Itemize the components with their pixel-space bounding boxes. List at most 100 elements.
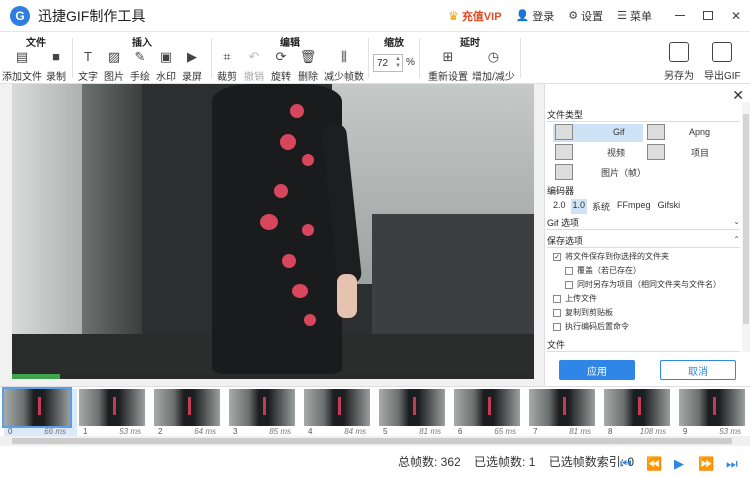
- record-button[interactable]: ■ 录制: [46, 50, 66, 84]
- minimize-button[interactable]: [666, 0, 694, 32]
- clock-icon: ◷: [487, 49, 500, 64]
- checkbox-overwrite[interactable]: 覆盖（若已存在）: [565, 265, 641, 276]
- play-icon[interactable]: ▶: [674, 456, 684, 472]
- encoder-ffmpeg[interactable]: FFmpeg: [615, 199, 653, 214]
- film-icon: [555, 144, 573, 160]
- watermark-button[interactable]: ▣ 水印: [156, 49, 176, 84]
- reduce-frames-button[interactable]: ⫼ 减少帧数: [324, 49, 364, 84]
- checkbox-upload[interactable]: 上传文件: [553, 293, 597, 304]
- frame-thumbnail: [79, 389, 145, 426]
- frame-thumbnail: [379, 389, 445, 426]
- settings-button[interactable]: ⚙ 设置: [568, 8, 603, 24]
- menu-label: 菜单: [630, 10, 652, 23]
- frame-item[interactable]: 2 64 ms: [154, 389, 227, 437]
- encoder-gifski[interactable]: Gifski: [656, 199, 683, 214]
- checkbox-clipboard[interactable]: 复制到剪贴板: [553, 307, 613, 318]
- text-icon: T: [84, 49, 92, 64]
- frame-thumbnail: [529, 389, 595, 426]
- edit-group: 编辑 ⌗ 裁剪 ↶ 撤销 ⟳ 旋转 🗑 删除 ⫼ 减少帧数: [212, 32, 368, 84]
- frame-thumbnail: [229, 389, 295, 426]
- watermark-icon: ▣: [159, 49, 173, 64]
- checkbox-run-command[interactable]: 执行编码后置命令: [553, 321, 629, 332]
- delay-group: 延时 ⊞ 重新设置 ◷ 增加/减少: [420, 32, 520, 84]
- panel-scrollbar[interactable]: [742, 102, 750, 352]
- frame-item[interactable]: 8 108 ms: [604, 389, 677, 437]
- vip-button[interactable]: ♛ 充值VIP: [448, 8, 502, 24]
- file-type-video[interactable]: 视频: [555, 144, 625, 160]
- pencil-icon: ✎: [134, 49, 146, 64]
- add-file-button[interactable]: ▤ 添加文件: [2, 50, 42, 84]
- zoom-stepper-icon[interactable]: ▲ ▼: [395, 56, 401, 70]
- checkbox-save-project[interactable]: 同时另存为项目（相同文件夹与文件名）: [565, 279, 721, 290]
- rotate-icon: ⟳: [275, 49, 287, 64]
- file-type-gif[interactable]: Gif: [555, 124, 625, 140]
- encoder-1-0[interactable]: 1.0: [570, 199, 588, 214]
- undo-button[interactable]: ↶ 撤销: [244, 50, 264, 84]
- maximize-button[interactable]: [694, 0, 722, 32]
- save-as-icon: [669, 42, 689, 62]
- image-button[interactable]: ▨ 图片: [104, 50, 124, 84]
- section-file-type: 文件类型: [547, 108, 740, 122]
- frame-item[interactable]: 7 81 ms: [529, 389, 602, 437]
- first-frame-icon[interactable]: ⏮: [620, 456, 632, 472]
- rotate-button[interactable]: ⟳ 旋转: [271, 49, 291, 84]
- save-panel: ✕ 文件类型 Gif Apng 视频 项目 图片（帧） 编码器 2.0 1.0 …: [545, 84, 750, 386]
- section-encoder: 编码器: [547, 186, 575, 196]
- frame-item[interactable]: 4 84 ms: [304, 389, 377, 437]
- cancel-button[interactable]: 取消: [660, 360, 736, 380]
- playback-progress[interactable]: [12, 374, 534, 379]
- apply-button[interactable]: 应用: [559, 360, 635, 380]
- encoder-options: 2.0 1.0 系统 FFmpeg Gifski: [551, 199, 685, 214]
- divider: [520, 38, 521, 78]
- preview-area: [0, 84, 545, 386]
- group-title-zoom: 缩放: [384, 38, 404, 49]
- crop-icon: ⌗: [223, 49, 231, 64]
- draw-button[interactable]: ✎ 手绘: [130, 49, 150, 84]
- timeline-scrollbar[interactable]: [0, 436, 750, 446]
- file-group: 文件 ▤ 添加文件 ■ 录制: [0, 32, 72, 84]
- toolbar: 文件 ▤ 添加文件 ■ 录制 插入 T 文字 ▨ 图片 ✎ 手绘 ▣ 水印 ▶ 录屏 编辑 ⌗…: [0, 32, 750, 84]
- section-save-options[interactable]: 保存选项 ⌃: [547, 234, 740, 248]
- encoder-system[interactable]: 系统: [590, 199, 612, 214]
- frame-item[interactable]: 9 53 ms: [679, 389, 750, 437]
- chevron-up-icon: ⌃: [733, 235, 740, 244]
- frame-item[interactable]: 3 85 ms: [229, 389, 302, 437]
- group-title-edit: 编辑: [280, 38, 300, 49]
- frame-item[interactable]: 0 66 ms: [2, 387, 77, 437]
- chevron-down-icon: ⌄: [733, 217, 740, 226]
- record-screen-button[interactable]: ▶ 录屏: [182, 50, 202, 84]
- zoom-unit: %: [406, 57, 415, 68]
- reset-delay-button[interactable]: ⊞ 重新设置: [428, 49, 468, 84]
- frame-item[interactable]: 5 81 ms: [379, 389, 452, 437]
- delete-button[interactable]: 🗑 删除: [298, 50, 318, 84]
- section-gif-options[interactable]: Gif 选项 ⌄: [547, 216, 740, 230]
- file-type-apng[interactable]: Apng: [647, 124, 710, 140]
- file-type-image-frames[interactable]: 图片（帧）: [555, 164, 646, 180]
- gear-icon: ⚙: [568, 10, 579, 22]
- login-label: 登录: [532, 10, 555, 23]
- export-gif-button[interactable]: 导出GIF: [704, 42, 741, 82]
- frame-item[interactable]: 6 65 ms: [454, 389, 527, 437]
- reset-icon: ⊞: [442, 49, 454, 64]
- save-as-button[interactable]: 另存为: [664, 42, 694, 82]
- file-type-project[interactable]: 项目: [647, 144, 709, 160]
- app-logo-icon: G: [10, 5, 30, 26]
- last-frame-icon[interactable]: ⏭: [726, 456, 738, 472]
- crown-icon: ♛: [448, 8, 459, 23]
- frame-thumbnail: [679, 389, 745, 426]
- previous-frame-icon[interactable]: ⏪: [646, 456, 662, 472]
- zoom-input[interactable]: 72 ▲ ▼: [373, 54, 403, 72]
- frame-item[interactable]: 1 53 ms: [79, 389, 152, 437]
- crop-button[interactable]: ⌗ 裁剪: [217, 49, 237, 84]
- menu-button[interactable]: ☰ 菜单: [617, 8, 652, 24]
- text-button[interactable]: T 文字: [78, 49, 98, 84]
- close-window-button[interactable]: ✕: [722, 0, 750, 32]
- next-frame-icon[interactable]: ⏩: [698, 456, 714, 472]
- insert-group: 插入 T 文字 ▨ 图片 ✎ 手绘 ▣ 水印 ▶ 录屏: [73, 32, 211, 84]
- checkbox-save-folder[interactable]: ✓ 将文件保存到你选择的文件夹: [553, 251, 669, 262]
- login-button[interactable]: 👤 登录: [516, 8, 555, 24]
- encoder-2-0[interactable]: 2.0: [551, 199, 568, 214]
- total-frames: 总帧数: 362: [398, 455, 461, 469]
- reduce-frames-icon: ⫼: [341, 49, 347, 64]
- increase-decrease-button[interactable]: ◷ 增加/减少: [472, 49, 515, 84]
